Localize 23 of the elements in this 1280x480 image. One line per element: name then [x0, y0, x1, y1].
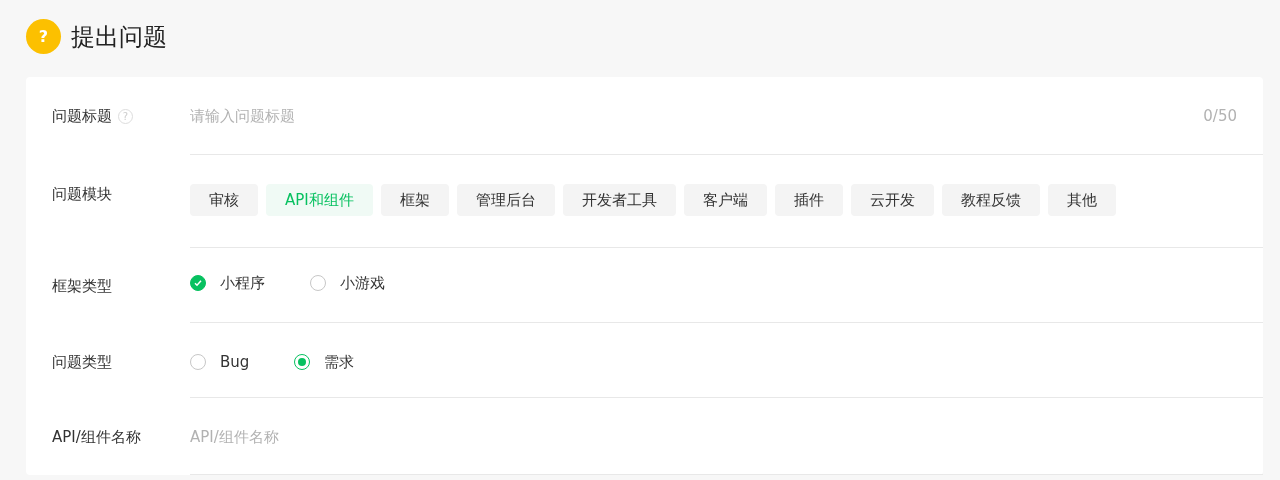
question-icon: ? [26, 19, 61, 54]
module-tag[interactable]: 框架 [380, 184, 449, 216]
module-tag[interactable]: 客户端 [683, 184, 767, 216]
field-label: API/组件名称 [52, 428, 141, 446]
radio-option[interactable]: 小游戏 [310, 272, 385, 295]
char-counter: 0/50 [1203, 106, 1238, 127]
module-tag[interactable]: 其他 [1047, 184, 1116, 216]
page-title: 提出问题 [71, 22, 167, 53]
module-tag[interactable]: 审核 [190, 184, 258, 216]
text-input[interactable]: API/组件名称 [190, 426, 1263, 449]
radio-option[interactable]: 需求 [294, 351, 355, 374]
module-tag[interactable]: 管理后台 [456, 184, 555, 216]
module-tag[interactable]: 云开发 [850, 184, 934, 216]
text-input[interactable]: 请输入问题标题 [190, 105, 1204, 128]
field-label: 问题标题 [52, 107, 112, 125]
module-tag[interactable]: 教程反馈 [941, 184, 1040, 216]
radio-option[interactable]: 小程序 [190, 272, 265, 295]
module-tag[interactable]: 插件 [774, 184, 843, 216]
module-tag[interactable]: 开发者工具 [562, 184, 676, 216]
field-label: 问题模块 [52, 185, 112, 203]
field-label: 问题类型 [52, 353, 112, 371]
radio-option[interactable]: Bug [190, 351, 250, 374]
field-label: 框架类型 [52, 277, 112, 295]
